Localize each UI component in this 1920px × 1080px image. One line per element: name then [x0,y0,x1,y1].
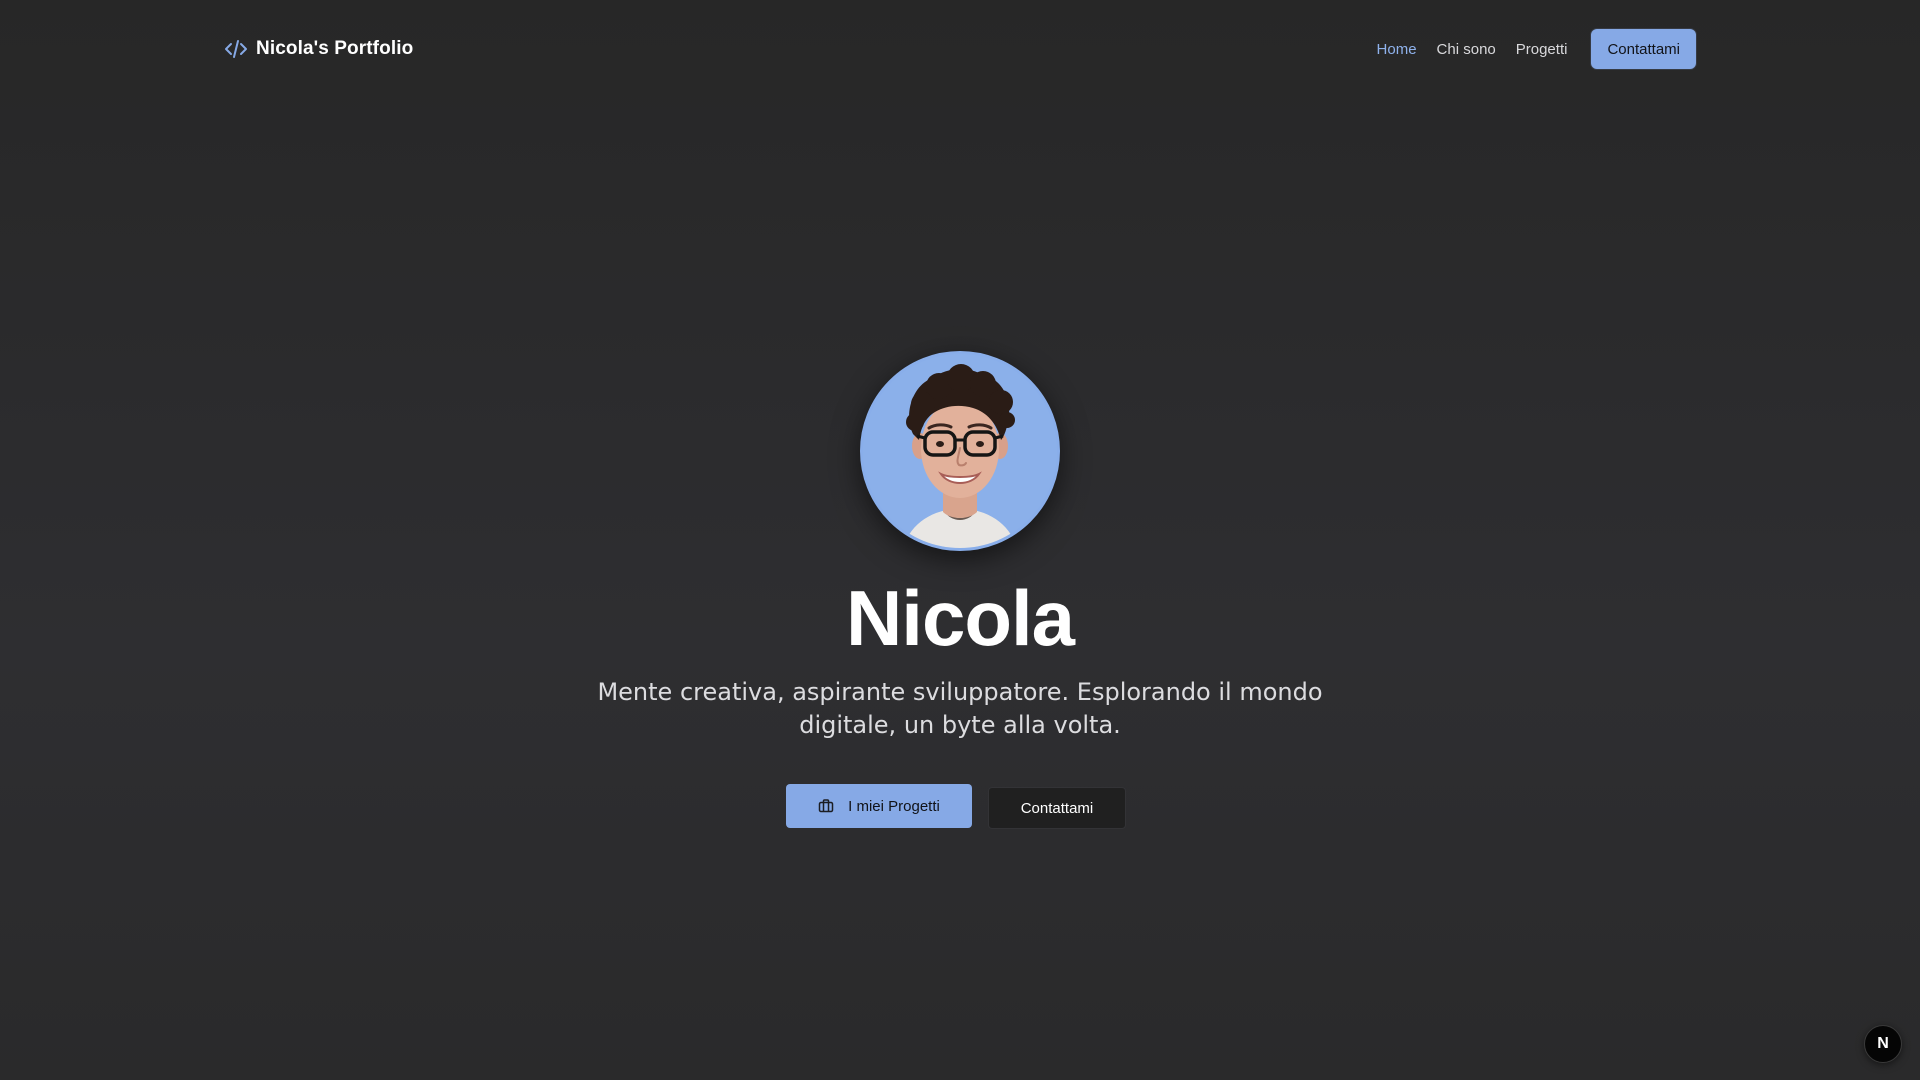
n-badge-button[interactable]: N [1864,1025,1902,1063]
briefcase-icon [818,798,834,814]
hero-section: Nicola Mente creativa, aspirante svilupp… [0,0,1920,1080]
hero-actions: I miei Progetti Contattami [0,783,1920,829]
contact-button[interactable]: Contattami [988,787,1126,829]
hero-subtitle: Mente creativa, aspirante sviluppatore. … [597,678,1323,739]
my-projects-button[interactable]: I miei Progetti [786,784,972,828]
profile-avatar [860,351,1060,551]
hero-title: Nicola [845,574,1075,662]
my-projects-label: I miei Progetti [848,797,940,815]
profile-photo [863,354,1057,548]
